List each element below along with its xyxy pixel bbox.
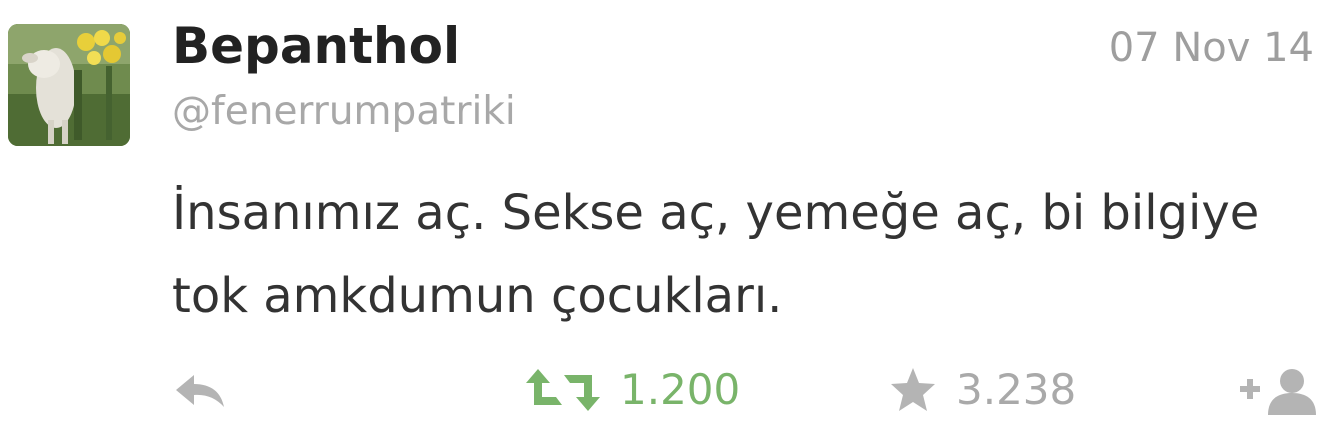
reply-button[interactable] xyxy=(172,360,228,420)
avatar[interactable] xyxy=(8,24,130,146)
tweet-timestamp: 07 Nov 14 xyxy=(1108,25,1314,71)
favorite-count: 3.238 xyxy=(956,365,1077,414)
tweet-card: Bepanthol @fenerrumpatriki 07 Nov 14 İns… xyxy=(0,0,1320,439)
tweet-text: İnsanımız aç. Sekse aç, yemeğe aç, bi bi… xyxy=(172,185,1260,324)
add-user-icon xyxy=(1240,369,1316,415)
reply-arrow-icon xyxy=(176,375,224,407)
tweet-actions: 1.200 3.238 xyxy=(0,360,1320,420)
retweet-count: 1.200 xyxy=(620,365,741,414)
favorite-button[interactable]: 3.238 xyxy=(888,360,1076,420)
user-handle[interactable]: @fenerrumpatriki xyxy=(172,88,516,136)
retweet-icon xyxy=(526,369,600,411)
lamb-avatar-image xyxy=(8,24,130,146)
star-icon xyxy=(891,368,935,411)
follow-button[interactable] xyxy=(1236,360,1320,420)
display-name[interactable]: Bepanthol xyxy=(172,16,460,76)
retweet-button[interactable]: 1.200 xyxy=(524,360,740,420)
